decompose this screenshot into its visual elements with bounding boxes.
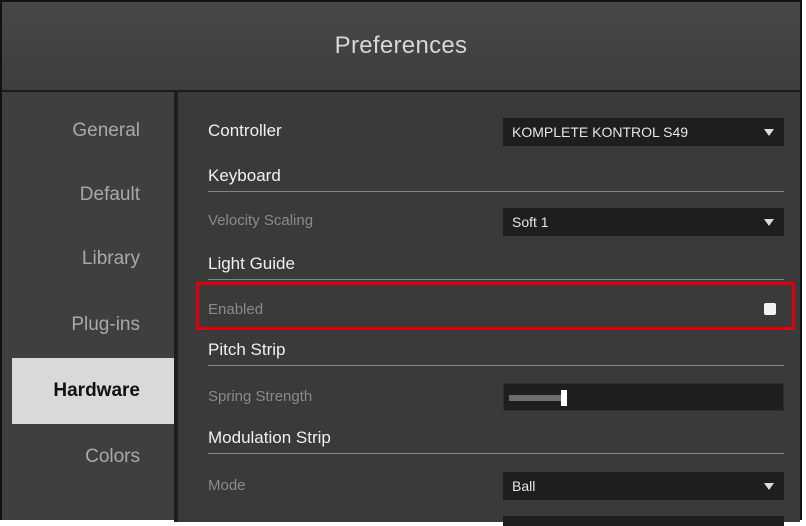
spring-strength-slider[interactable] (503, 383, 784, 411)
chevron-down-icon (764, 129, 774, 136)
controller-value: KOMPLETE KONTROL S49 (512, 124, 689, 140)
enabled-row: Enabled (208, 301, 784, 321)
section-heading: Light Guide (208, 254, 295, 273)
velocity-scaling-dropdown[interactable]: Soft 1 (503, 208, 784, 236)
section-heading: Keyboard (208, 166, 281, 185)
controller-label: Controller (208, 121, 282, 140)
section-divider (208, 365, 784, 366)
chevron-down-icon (764, 483, 774, 490)
sidebar-item-general[interactable]: General (2, 98, 174, 164)
title-bar: Preferences (2, 2, 800, 92)
sidebar-item-hardware[interactable]: Hardware (12, 358, 174, 424)
enabled-checkbox[interactable] (764, 303, 776, 315)
sidebar-item-label: Hardware (53, 380, 140, 401)
velocity-scaling-label: Velocity Scaling (208, 212, 314, 229)
mode-label: Mode (208, 477, 246, 494)
mode-value: Ball (512, 478, 536, 494)
chevron-down-icon (764, 219, 774, 226)
pitch-strip-section: Pitch Strip (208, 338, 784, 366)
mode-dropdown[interactable]: Ball (503, 472, 784, 500)
controller-dropdown[interactable]: KOMPLETE KONTROL S49 (503, 118, 784, 146)
slider-fill (509, 395, 561, 401)
sidebar-item-label: Default (79, 184, 140, 205)
sidebar-item-label: Library (81, 248, 140, 269)
velocity-scaling-value: Soft 1 (512, 214, 549, 230)
modulation-strip-section: Modulation Strip (208, 426, 784, 454)
preferences-window: Preferences General Default Library Plug… (0, 0, 802, 526)
sidebar-item-library[interactable]: Library (2, 226, 174, 292)
enabled-label: Enabled (208, 301, 264, 318)
section-heading: Pitch Strip (208, 340, 286, 359)
window-title: Preferences (334, 32, 468, 59)
section-divider (208, 453, 784, 454)
sidebar-item-colors[interactable]: Colors (2, 424, 174, 490)
sidebar-item-plug-ins[interactable]: Plug-ins (2, 292, 174, 358)
partial-dropdown[interactable] (503, 516, 784, 526)
section-heading: Modulation Strip (208, 428, 331, 447)
sidebar: General Default Library Plug-ins Hardwar… (2, 92, 174, 520)
section-divider (208, 191, 784, 192)
keyboard-section: Keyboard (208, 164, 784, 192)
slider-handle[interactable] (561, 390, 567, 406)
sidebar-item-label: Colors (85, 446, 140, 467)
sidebar-item-label: Plug-ins (71, 314, 140, 335)
spring-strength-label: Spring Strength (208, 388, 313, 405)
section-divider (208, 279, 784, 280)
hardware-settings-panel: Controller KOMPLETE KONTROL S49 Keyboard… (178, 92, 800, 526)
light-guide-section: Light Guide (208, 252, 784, 280)
sidebar-item-default[interactable]: Default (2, 162, 174, 228)
sidebar-item-label: General (72, 120, 140, 141)
